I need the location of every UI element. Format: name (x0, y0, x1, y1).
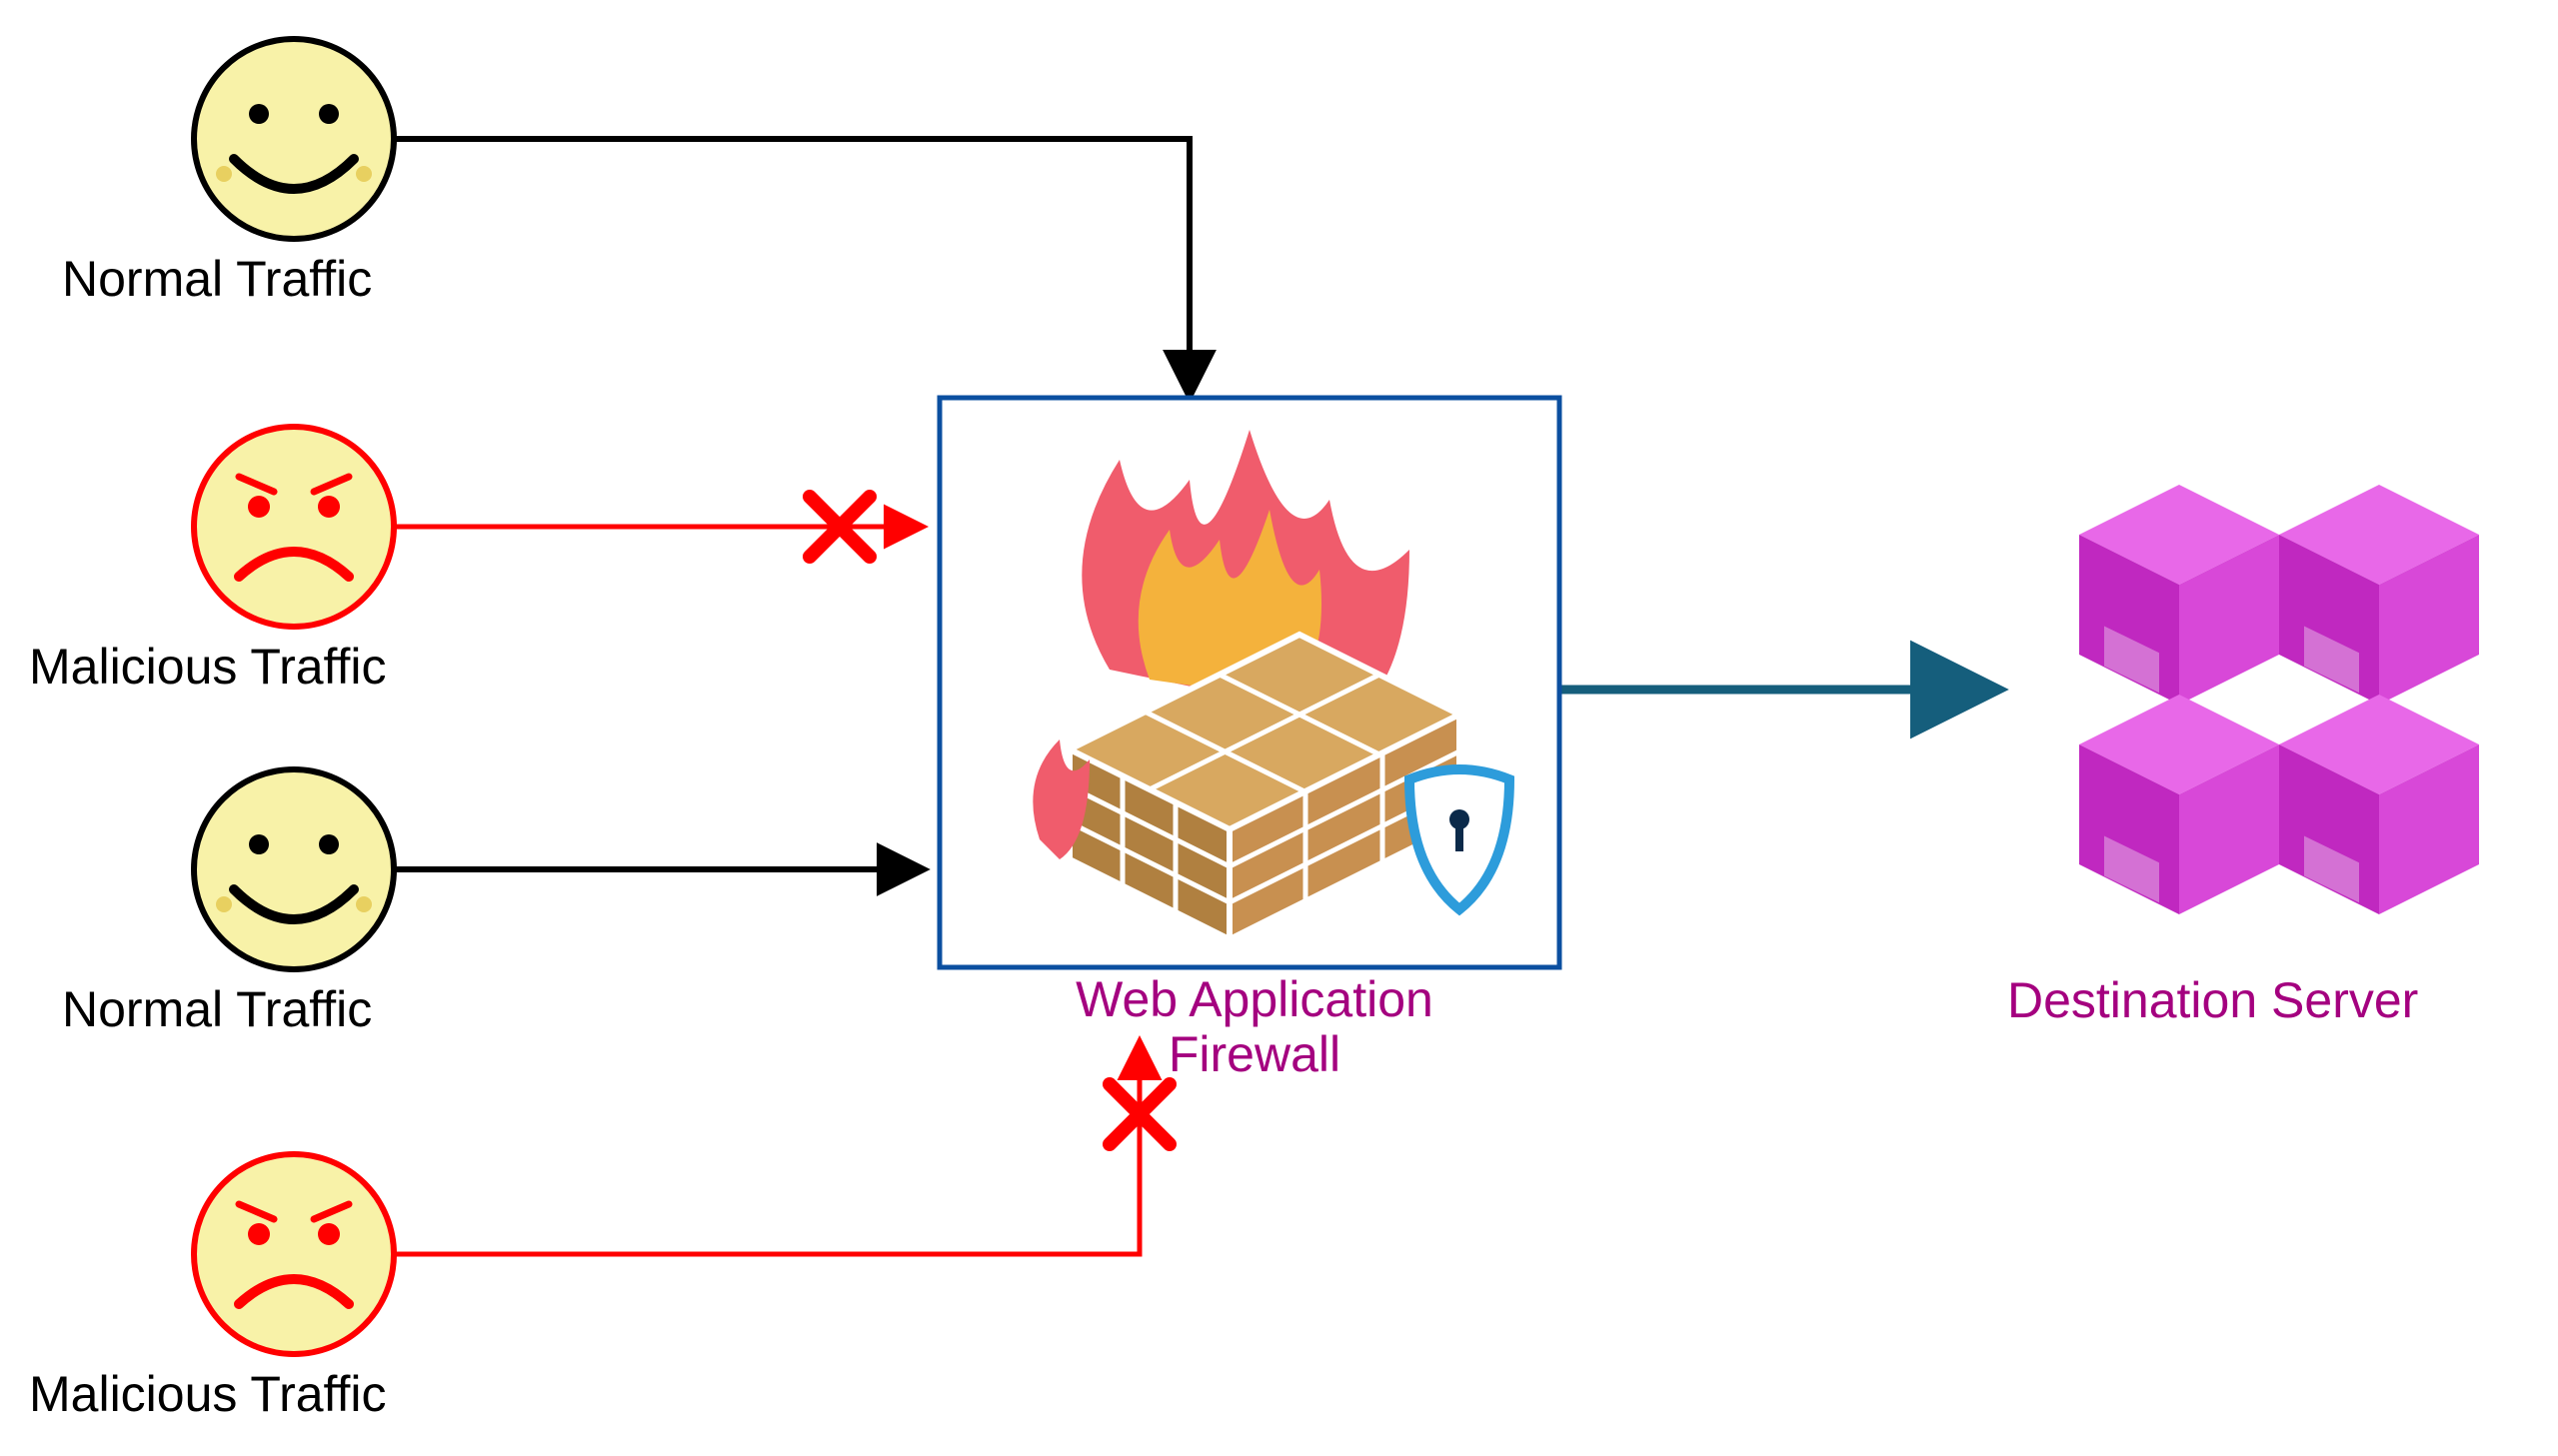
firewall-icon (1033, 430, 1509, 939)
waf-box-border (940, 398, 1559, 967)
waf-label: Web Application Firewall (1005, 972, 1504, 1082)
malicious-traffic-1-label: Malicious Traffic (29, 638, 387, 696)
malicious-traffic-2-label: Malicious Traffic (29, 1365, 387, 1423)
block-x-2 (1110, 1084, 1170, 1144)
edge-normal-1-to-waf (395, 139, 1190, 393)
malicious-traffic-1-icon (194, 427, 394, 627)
normal-traffic-2-label: Normal Traffic (62, 980, 372, 1038)
diagram-canvas (0, 0, 2558, 1456)
waf-label-line1: Web Application (1076, 971, 1433, 1027)
waf-label-line2: Firewall (1169, 1026, 1340, 1082)
destination-server-label: Destination Server (2007, 971, 2418, 1029)
normal-traffic-1-icon (194, 39, 394, 239)
block-x-1 (810, 497, 870, 557)
normal-traffic-2-icon (194, 769, 394, 969)
normal-traffic-1-label: Normal Traffic (62, 250, 372, 308)
destination-server-icon (2079, 485, 2479, 914)
malicious-traffic-2-icon (194, 1154, 394, 1354)
